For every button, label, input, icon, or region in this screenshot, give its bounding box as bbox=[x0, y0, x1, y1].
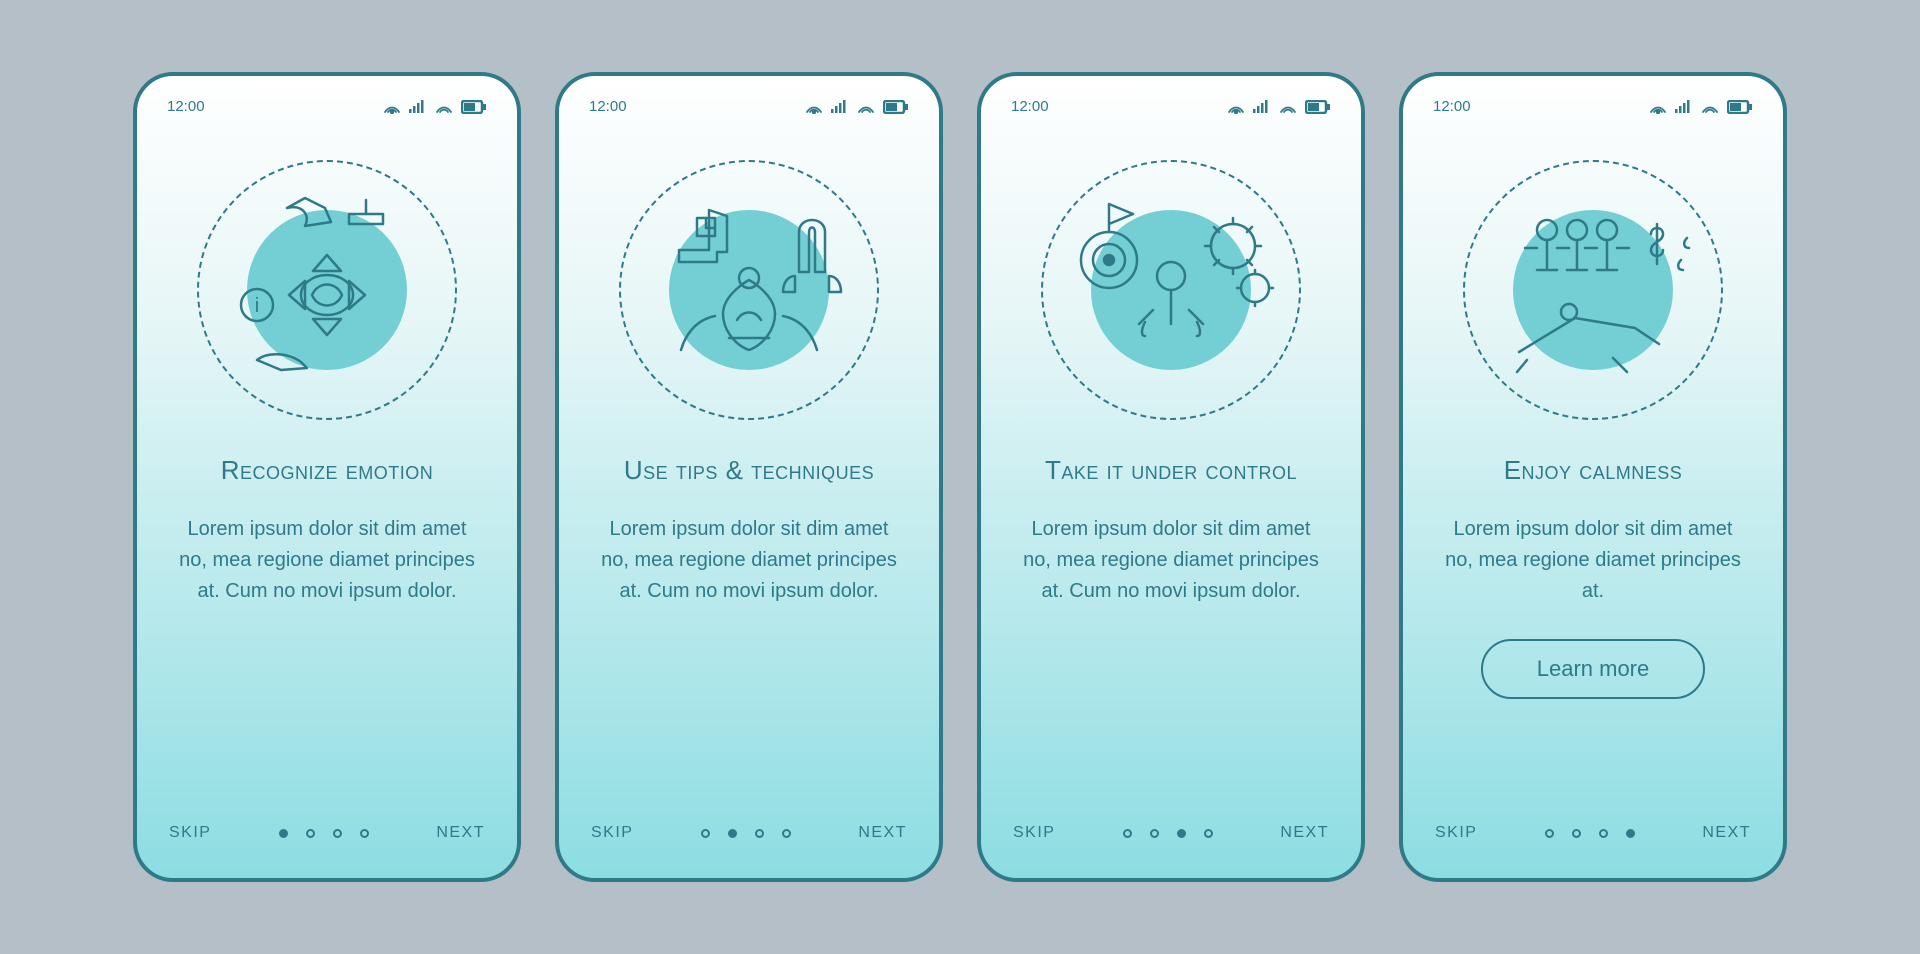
skip-button[interactable]: SKIP bbox=[1013, 824, 1055, 842]
page-dot[interactable] bbox=[701, 829, 710, 838]
footer-nav: SKIP NEXT bbox=[559, 824, 939, 878]
status-icons bbox=[383, 100, 487, 114]
page-dot[interactable] bbox=[1626, 829, 1635, 838]
screen-title: Enjoy calmness bbox=[1504, 455, 1683, 486]
illustration: i bbox=[137, 115, 517, 445]
next-button[interactable]: NEXT bbox=[436, 824, 485, 842]
screen-title: Recognize emotion bbox=[221, 455, 434, 486]
next-button[interactable]: NEXT bbox=[1280, 824, 1329, 842]
illustration bbox=[559, 115, 939, 445]
status-icons bbox=[1649, 100, 1753, 114]
page-dot[interactable] bbox=[333, 829, 342, 838]
page-dots bbox=[1123, 829, 1213, 838]
status-time: 12:00 bbox=[589, 98, 627, 115]
page-dot[interactable] bbox=[306, 829, 315, 838]
screen-description: Lorem ipsum dolor sit dim amet no, mea r… bbox=[175, 514, 479, 607]
page-dot[interactable] bbox=[728, 829, 737, 838]
onboarding-screen: 12:00 Enjoy calmness Lorem ipsum dolor s… bbox=[1399, 72, 1787, 882]
footer-nav: SKIP NEXT bbox=[1403, 824, 1783, 878]
status-icons bbox=[1227, 100, 1331, 114]
skip-button[interactable]: SKIP bbox=[169, 824, 211, 842]
status-bar: 12:00 bbox=[981, 76, 1361, 115]
page-dots bbox=[279, 829, 369, 838]
illustration bbox=[981, 115, 1361, 445]
next-button[interactable]: NEXT bbox=[1702, 824, 1751, 842]
screen-description: Lorem ipsum dolor sit dim amet no, mea r… bbox=[1019, 514, 1323, 607]
footer-nav: SKIP NEXT bbox=[981, 824, 1361, 878]
page-dot[interactable] bbox=[1204, 829, 1213, 838]
skip-button[interactable]: SKIP bbox=[591, 824, 633, 842]
screen-title: Use tips & techniques bbox=[624, 455, 874, 486]
onboarding-screen: 12:00 i Recognize emotion Lorem ipsum do… bbox=[133, 72, 521, 882]
screen-description: Lorem ipsum dolor sit dim amet no, mea r… bbox=[597, 514, 901, 607]
next-button[interactable]: NEXT bbox=[858, 824, 907, 842]
illustration bbox=[1403, 115, 1783, 445]
page-dot[interactable] bbox=[1599, 829, 1608, 838]
page-dot[interactable] bbox=[755, 829, 764, 838]
page-dot[interactable] bbox=[360, 829, 369, 838]
status-bar: 12:00 bbox=[559, 76, 939, 115]
screen-description: Lorem ipsum dolor sit dim amet no, mea r… bbox=[1441, 514, 1745, 607]
page-dot[interactable] bbox=[1177, 829, 1186, 838]
learn-more-button[interactable]: Learn more bbox=[1481, 639, 1706, 699]
screen-title: Take it under control bbox=[1045, 455, 1297, 486]
page-dot[interactable] bbox=[782, 829, 791, 838]
onboarding-screen: 12:00 Take it under control Lorem ipsum … bbox=[977, 72, 1365, 882]
page-dots bbox=[1545, 829, 1635, 838]
page-dot[interactable] bbox=[279, 829, 288, 838]
skip-button[interactable]: SKIP bbox=[1435, 824, 1477, 842]
page-dot[interactable] bbox=[1123, 829, 1132, 838]
onboarding-screen: 12:00 Use tips & techniques Lorem ipsum … bbox=[555, 72, 943, 882]
status-icons bbox=[805, 100, 909, 114]
status-bar: 12:00 bbox=[137, 76, 517, 115]
page-dot[interactable] bbox=[1150, 829, 1159, 838]
footer-nav: SKIP NEXT bbox=[137, 824, 517, 878]
svg-text:i: i bbox=[255, 295, 259, 317]
page-dot[interactable] bbox=[1572, 829, 1581, 838]
page-dots bbox=[701, 829, 791, 838]
status-time: 12:00 bbox=[1011, 98, 1049, 115]
status-time: 12:00 bbox=[1433, 98, 1471, 115]
status-time: 12:00 bbox=[167, 98, 205, 115]
page-dot[interactable] bbox=[1545, 829, 1554, 838]
status-bar: 12:00 bbox=[1403, 76, 1783, 115]
